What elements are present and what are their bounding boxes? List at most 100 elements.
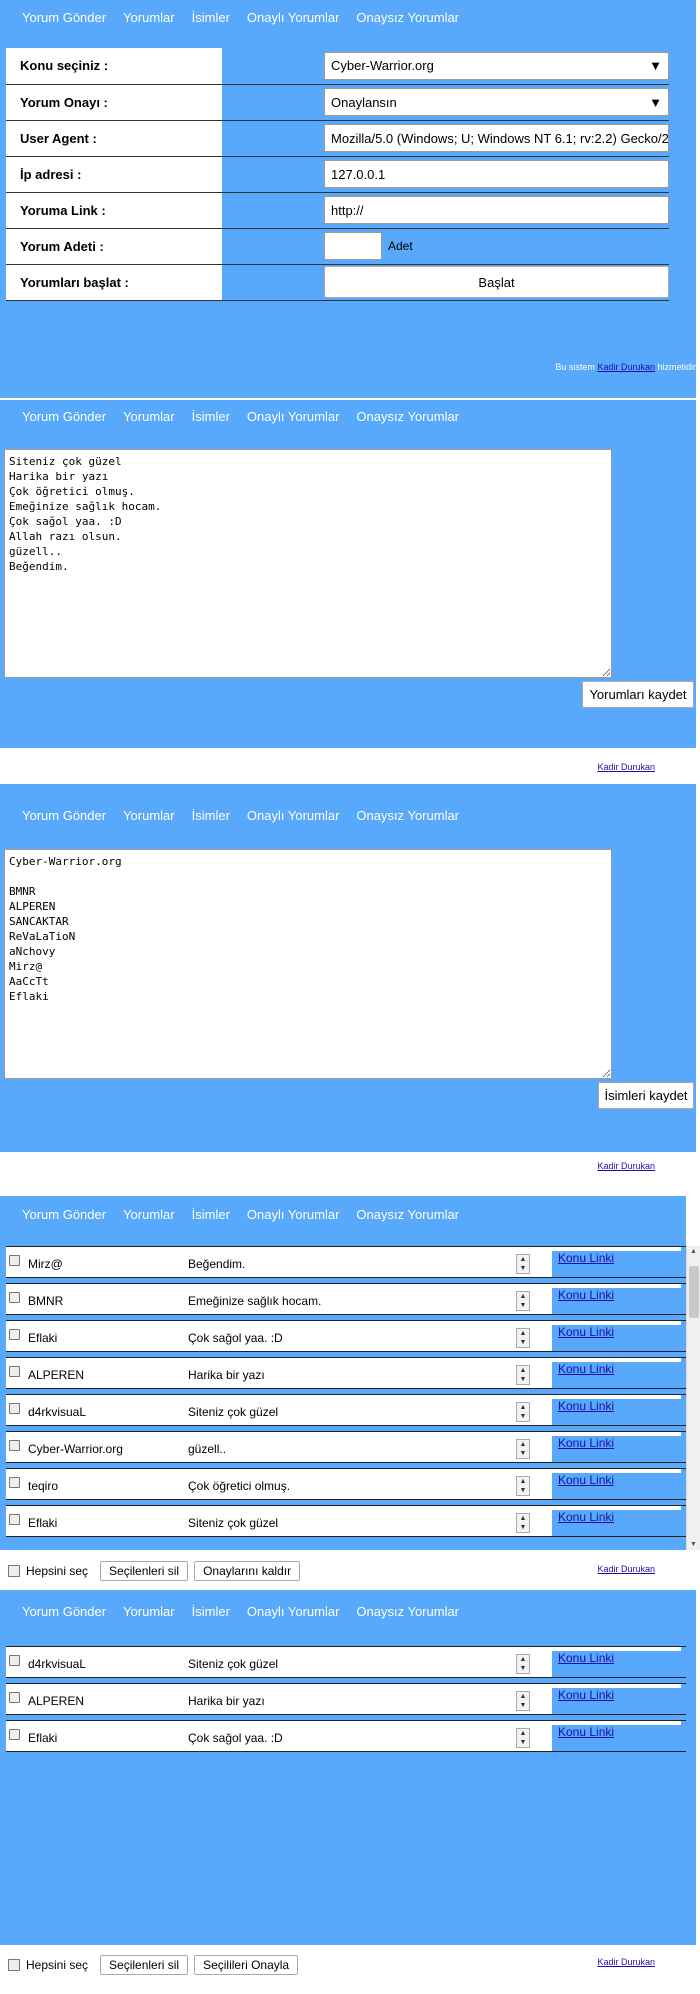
author-link[interactable]: Kadir Durukan [597,1161,655,1171]
nav-approved[interactable]: Onaylı Yorumlar [247,1604,340,1619]
row-checkbox[interactable] [9,1692,20,1703]
author-link[interactable]: Kadir Durukan [597,1957,655,1967]
link-input[interactable]: http:// [324,196,669,224]
row-comment[interactable]: Siteniz çok güzel [188,1405,278,1419]
spinner-icon[interactable]: ▲ ▼ [516,1291,530,1311]
select-all-label: Hepsini seç [26,1564,89,1578]
spinner-icon[interactable]: ▲ ▼ [516,1728,530,1748]
spinner-icon[interactable]: ▲ ▼ [516,1365,530,1385]
row-checkbox[interactable] [9,1403,20,1414]
list-item: Cyber-Warrior.org güzell.. ▲ ▼ Konu Linki [6,1431,686,1463]
nav-approved[interactable]: Onaylı Yorumlar [247,10,340,25]
nav-comments[interactable]: Yorumlar [123,1604,175,1619]
nav-approved[interactable]: Onaylı Yorumlar [247,1207,340,1222]
author-link[interactable]: Kadir Durukan [597,762,655,772]
spinner-icon[interactable]: ▲ ▼ [516,1254,530,1274]
topic-link[interactable]: Konu Linki [552,1473,686,1499]
row-comment[interactable]: güzell.. [188,1442,226,1456]
spinner-icon[interactable]: ▲ ▼ [516,1513,530,1533]
row-checkbox[interactable] [9,1329,20,1340]
delete-selected-button[interactable]: Seçilenleri sil [100,1955,189,1975]
spinner-icon[interactable]: ▲ ▼ [516,1476,530,1496]
nav-unapproved[interactable]: Onaysız Yorumlar [356,409,459,424]
nav-send-comment[interactable]: Yorum Gönder [22,409,106,424]
row-checkbox[interactable] [9,1255,20,1266]
nav-approved[interactable]: Onaylı Yorumlar [247,409,340,424]
names-textarea[interactable] [4,849,612,1079]
row-comment[interactable]: Çok sağol yaa. :D [188,1331,283,1345]
topic-link[interactable]: Konu Linki [552,1362,686,1388]
row-checkbox[interactable] [9,1655,20,1666]
topic-link[interactable]: Konu Linki [552,1436,686,1462]
nav-unapproved[interactable]: Onaysız Yorumlar [356,10,459,25]
start-button[interactable]: Başlat [324,266,669,298]
topic-select[interactable]: Cyber-Warrior.org ▼ [324,51,669,80]
row-checkbox[interactable] [9,1729,20,1740]
row-comment[interactable]: Harika bir yazı [188,1368,265,1382]
nav-comments[interactable]: Yorumlar [123,808,175,823]
delete-selected-button[interactable]: Seçilenleri sil [100,1561,189,1581]
row-comment[interactable]: Harika bir yazı [188,1694,265,1708]
scroll-up-icon[interactable]: ▲ [690,1248,697,1255]
nav-unapproved[interactable]: Onaysız Yorumlar [356,808,459,823]
topic-link[interactable]: Konu Linki [552,1510,686,1536]
nav-names[interactable]: İsimler [192,10,230,25]
author-link[interactable]: Kadir Durukan [597,362,655,372]
spinner-icon[interactable]: ▲ ▼ [516,1328,530,1348]
unapprove-button[interactable]: Onaylarını kaldır [194,1561,301,1581]
nav-names[interactable]: İsimler [192,1604,230,1619]
row-comment[interactable]: Siteniz çok güzel [188,1516,278,1530]
scroll-down-icon[interactable]: ▼ [690,1541,697,1548]
row-checkbox[interactable] [9,1514,20,1525]
nav-send-comment[interactable]: Yorum Gönder [22,1207,106,1222]
row-comment[interactable]: Çok öğretici olmuş. [188,1479,290,1493]
ip-input[interactable]: 127.0.0.1 [324,160,669,188]
row-comment[interactable]: Çok sağol yaa. :D [188,1731,283,1745]
scroll-thumb[interactable] [689,1266,699,1318]
row-comment[interactable]: Emeğinize sağlık hocam. [188,1294,321,1308]
spinner-icon[interactable]: ▲ ▼ [516,1691,530,1711]
approve-selected-button[interactable]: Seçilileri Onayla [194,1955,299,1975]
select-all-checkbox[interactable] [8,1959,20,1971]
row-checkbox[interactable] [9,1366,20,1377]
topic-link[interactable]: Konu Linki [552,1251,686,1277]
topic-link[interactable]: Konu Linki [552,1399,686,1425]
nav-send-comment[interactable]: Yorum Gönder [22,1604,106,1619]
row-comment[interactable]: Siteniz çok güzel [188,1657,278,1671]
nav-approved[interactable]: Onaylı Yorumlar [247,808,340,823]
nav-unapproved[interactable]: Onaysız Yorumlar [356,1604,459,1619]
nav-names[interactable]: İsimler [192,409,230,424]
topic-link[interactable]: Konu Linki [552,1325,686,1351]
topic-link[interactable]: Konu Linki [552,1651,686,1677]
save-names-button[interactable]: İsimleri kaydet [598,1082,694,1109]
spinner-icon[interactable]: ▲ ▼ [516,1402,530,1422]
nav-unapproved[interactable]: Onaysız Yorumlar [356,1207,459,1222]
row-checkbox[interactable] [9,1440,20,1451]
row-comment[interactable]: Beğendim. [188,1257,245,1271]
save-comments-button[interactable]: Yorumları kaydet [582,681,694,708]
row-name: BMNR [28,1294,64,1308]
user-agent-input[interactable]: Mozilla/5.0 (Windows; U; Windows NT 6.1;… [324,124,669,152]
nav-comments[interactable]: Yorumlar [123,409,175,424]
nav-send-comment[interactable]: Yorum Gönder [22,808,106,823]
row-checkbox[interactable] [9,1477,20,1488]
nav-send-comment[interactable]: Yorum Gönder [22,10,106,25]
comments-textarea[interactable] [4,449,612,678]
row-name: teqiro [28,1479,59,1493]
spinner-icon[interactable]: ▲ ▼ [516,1439,530,1459]
select-all-checkbox[interactable] [8,1565,20,1577]
topic-link[interactable]: Konu Linki [552,1725,686,1751]
row-checkbox[interactable] [9,1292,20,1303]
nav-comments[interactable]: Yorumlar [123,10,175,25]
nav-comments[interactable]: Yorumlar [123,1207,175,1222]
author-link[interactable]: Kadir Durukan [597,1564,655,1574]
count-unit: Adet [388,239,413,253]
approved-scrollbar[interactable]: ▲ ▼ [686,1246,700,1550]
spinner-icon[interactable]: ▲ ▼ [516,1654,530,1674]
topic-link[interactable]: Konu Linki [552,1688,686,1714]
topic-link[interactable]: Konu Linki [552,1288,686,1314]
count-input[interactable]: 5 [324,232,382,260]
nav-names[interactable]: İsimler [192,808,230,823]
approval-select[interactable]: Onaylansın ▼ [324,88,669,116]
nav-names[interactable]: İsimler [192,1207,230,1222]
